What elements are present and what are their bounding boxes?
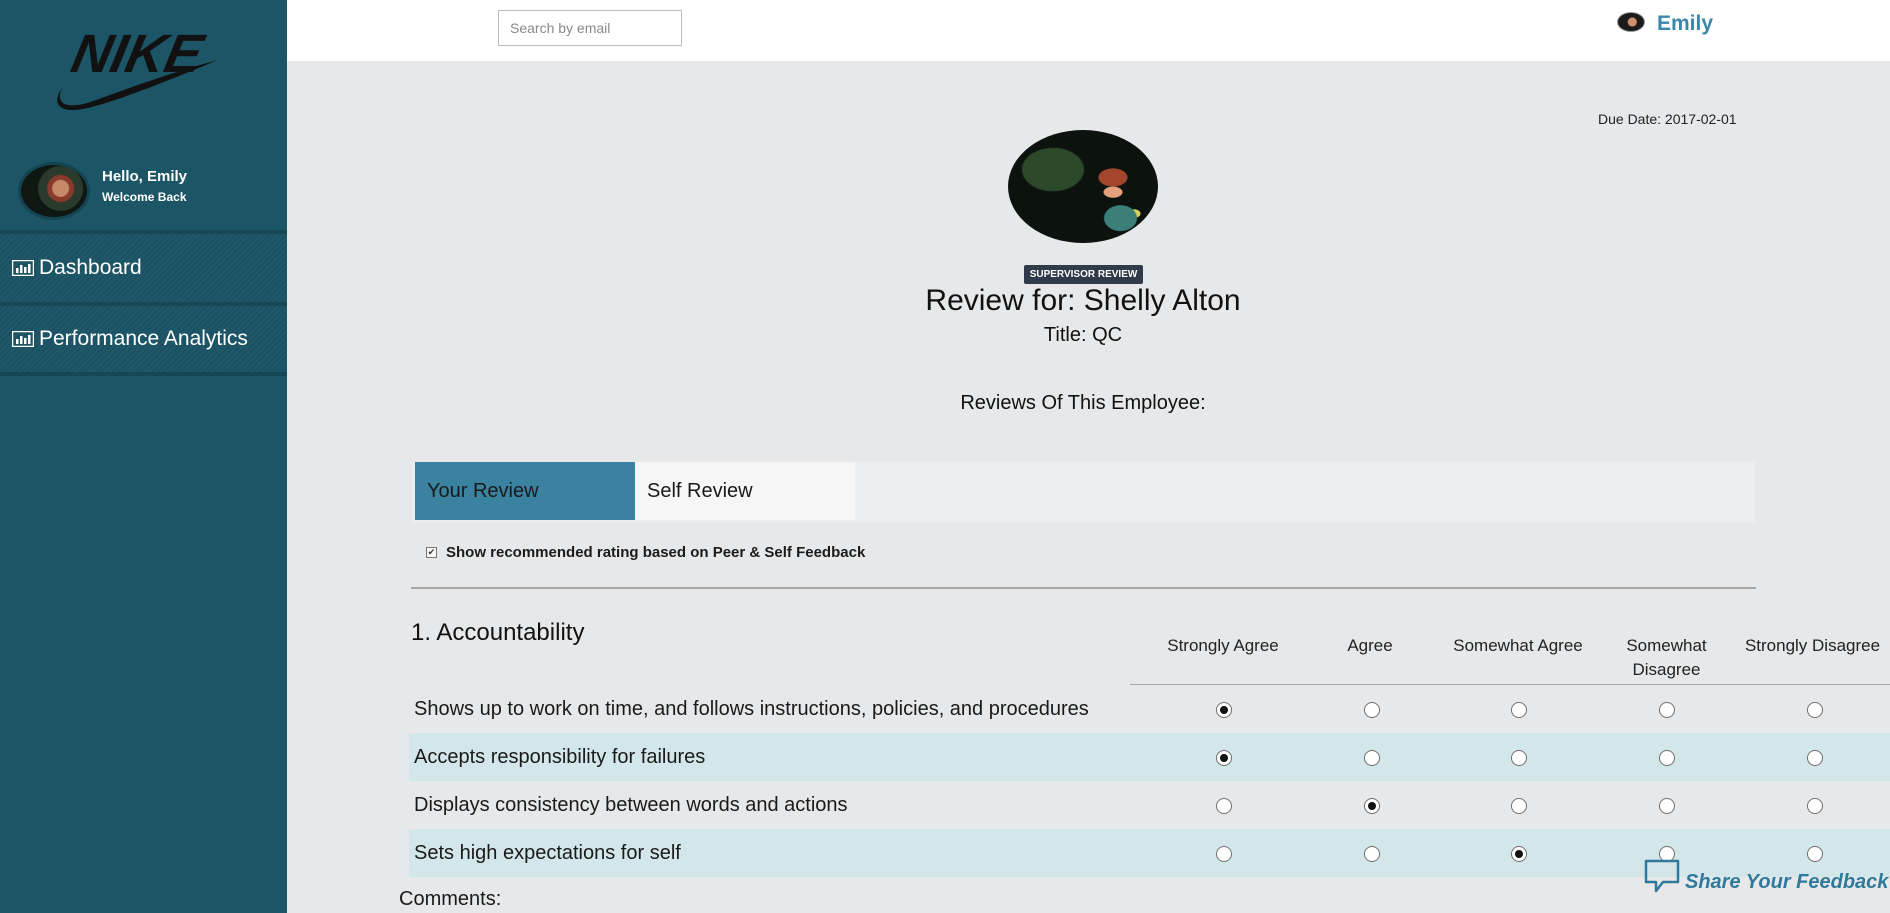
table-row: Accepts responsibility for failures bbox=[409, 733, 1890, 781]
column-somewhat-disagree: Somewhat Disagree bbox=[1626, 636, 1707, 679]
welcome-text: Welcome Back bbox=[102, 190, 187, 204]
rating-radio-agree[interactable] bbox=[1364, 798, 1380, 814]
rating-radio-agree[interactable] bbox=[1364, 702, 1380, 718]
bar-chart-icon bbox=[12, 331, 34, 347]
table-row: Displays consistency between words and a… bbox=[409, 781, 1890, 829]
comments-label: Comments: bbox=[399, 888, 502, 910]
section-divider bbox=[411, 587, 1756, 589]
svg-text:NIKE: NIKE bbox=[66, 24, 209, 84]
rating-radio-strongly-agree[interactable] bbox=[1216, 702, 1232, 718]
question-text: Displays consistency between words and a… bbox=[414, 793, 848, 816]
rating-radio-strongly-agree[interactable] bbox=[1216, 750, 1232, 766]
rating-radio-agree[interactable] bbox=[1364, 846, 1380, 862]
rating-radio-strongly-disagree[interactable] bbox=[1807, 750, 1823, 766]
sidebar-item-label: Performance Analytics bbox=[39, 327, 248, 350]
column-strongly-disagree: Strongly Disagree bbox=[1744, 636, 1881, 655]
recommended-rating-option: ✔ Show recommended rating based on Peer … bbox=[426, 544, 865, 561]
rating-radio-somewhat-agree[interactable] bbox=[1511, 846, 1527, 862]
share-feedback-button[interactable]: Share Your Feedback bbox=[1643, 858, 1888, 894]
bar-chart-icon bbox=[12, 260, 34, 276]
sidebar-item-label: Dashboard bbox=[39, 256, 142, 279]
rating-radio-agree[interactable] bbox=[1364, 750, 1380, 766]
question-text: Sets high expectations for self bbox=[414, 841, 681, 864]
employee-photo bbox=[1008, 130, 1158, 243]
speech-bubble-icon bbox=[1644, 859, 1680, 893]
employee-title: Title: QC bbox=[1043, 324, 1123, 346]
recommended-rating-label: Show recommended rating based on Peer & … bbox=[446, 544, 866, 561]
user-avatar bbox=[18, 162, 90, 220]
rating-radio-strongly-agree[interactable] bbox=[1216, 798, 1232, 814]
sidebar-user: Hello, Emily Welcome Back bbox=[18, 162, 278, 222]
question-text: Shows up to work on time, and follows in… bbox=[414, 697, 1089, 720]
rating-radio-strongly-disagree[interactable] bbox=[1807, 702, 1823, 718]
page-title: Review for: Shelly Alton bbox=[925, 284, 1241, 317]
sidebar-item-dashboard[interactable]: Dashboard bbox=[0, 234, 287, 302]
rating-radio-somewhat-disagree[interactable] bbox=[1659, 750, 1675, 766]
reviews-heading: Reviews Of This Employee: bbox=[960, 392, 1206, 414]
recommended-rating-checkbox[interactable]: ✔ bbox=[426, 547, 437, 558]
tab-self-review[interactable]: Self Review bbox=[635, 462, 855, 520]
rating-radio-somewhat-disagree[interactable] bbox=[1659, 702, 1675, 718]
greeting: Hello, Emily bbox=[102, 168, 188, 185]
due-date: Due Date: 2017-02-01 bbox=[1598, 111, 1737, 127]
sidebar-divider bbox=[0, 372, 287, 376]
rating-radio-strongly-agree[interactable] bbox=[1216, 846, 1232, 862]
review-tabs: Your Review Self Review bbox=[413, 462, 1755, 522]
sidebar-item-performance-analytics[interactable]: Performance Analytics bbox=[0, 305, 287, 373]
question-text: Accepts responsibility for failures bbox=[414, 745, 706, 768]
section-title: 1. Accountability bbox=[411, 619, 585, 646]
tab-your-review[interactable]: Your Review bbox=[415, 462, 635, 520]
rating-radio-somewhat-agree[interactable] bbox=[1511, 702, 1527, 718]
search-input[interactable] bbox=[498, 10, 682, 46]
rating-radio-strongly-disagree[interactable] bbox=[1807, 798, 1823, 814]
user-name-link[interactable]: Emily bbox=[1657, 12, 1713, 36]
top-bar: Emily bbox=[287, 0, 1890, 61]
column-agree: Agree bbox=[1347, 636, 1393, 655]
user-avatar[interactable] bbox=[1617, 12, 1645, 32]
review-type-badge: SUPERVISOR REVIEW bbox=[1024, 265, 1143, 284]
column-strongly-agree: Strongly Agree bbox=[1167, 636, 1279, 655]
rating-radio-somewhat-disagree[interactable] bbox=[1659, 798, 1675, 814]
sidebar: NIKE Hello, Emily Welcome Back Dashboard… bbox=[0, 0, 287, 913]
share-feedback-label: Share Your Feedback bbox=[1685, 871, 1889, 893]
column-somewhat-agree: Somewhat Agree bbox=[1453, 636, 1583, 655]
nike-logo[interactable]: NIKE bbox=[50, 20, 225, 120]
table-row: Shows up to work on time, and follows in… bbox=[409, 685, 1890, 733]
rating-radio-somewhat-agree[interactable] bbox=[1511, 750, 1527, 766]
rating-radio-somewhat-agree[interactable] bbox=[1511, 798, 1527, 814]
